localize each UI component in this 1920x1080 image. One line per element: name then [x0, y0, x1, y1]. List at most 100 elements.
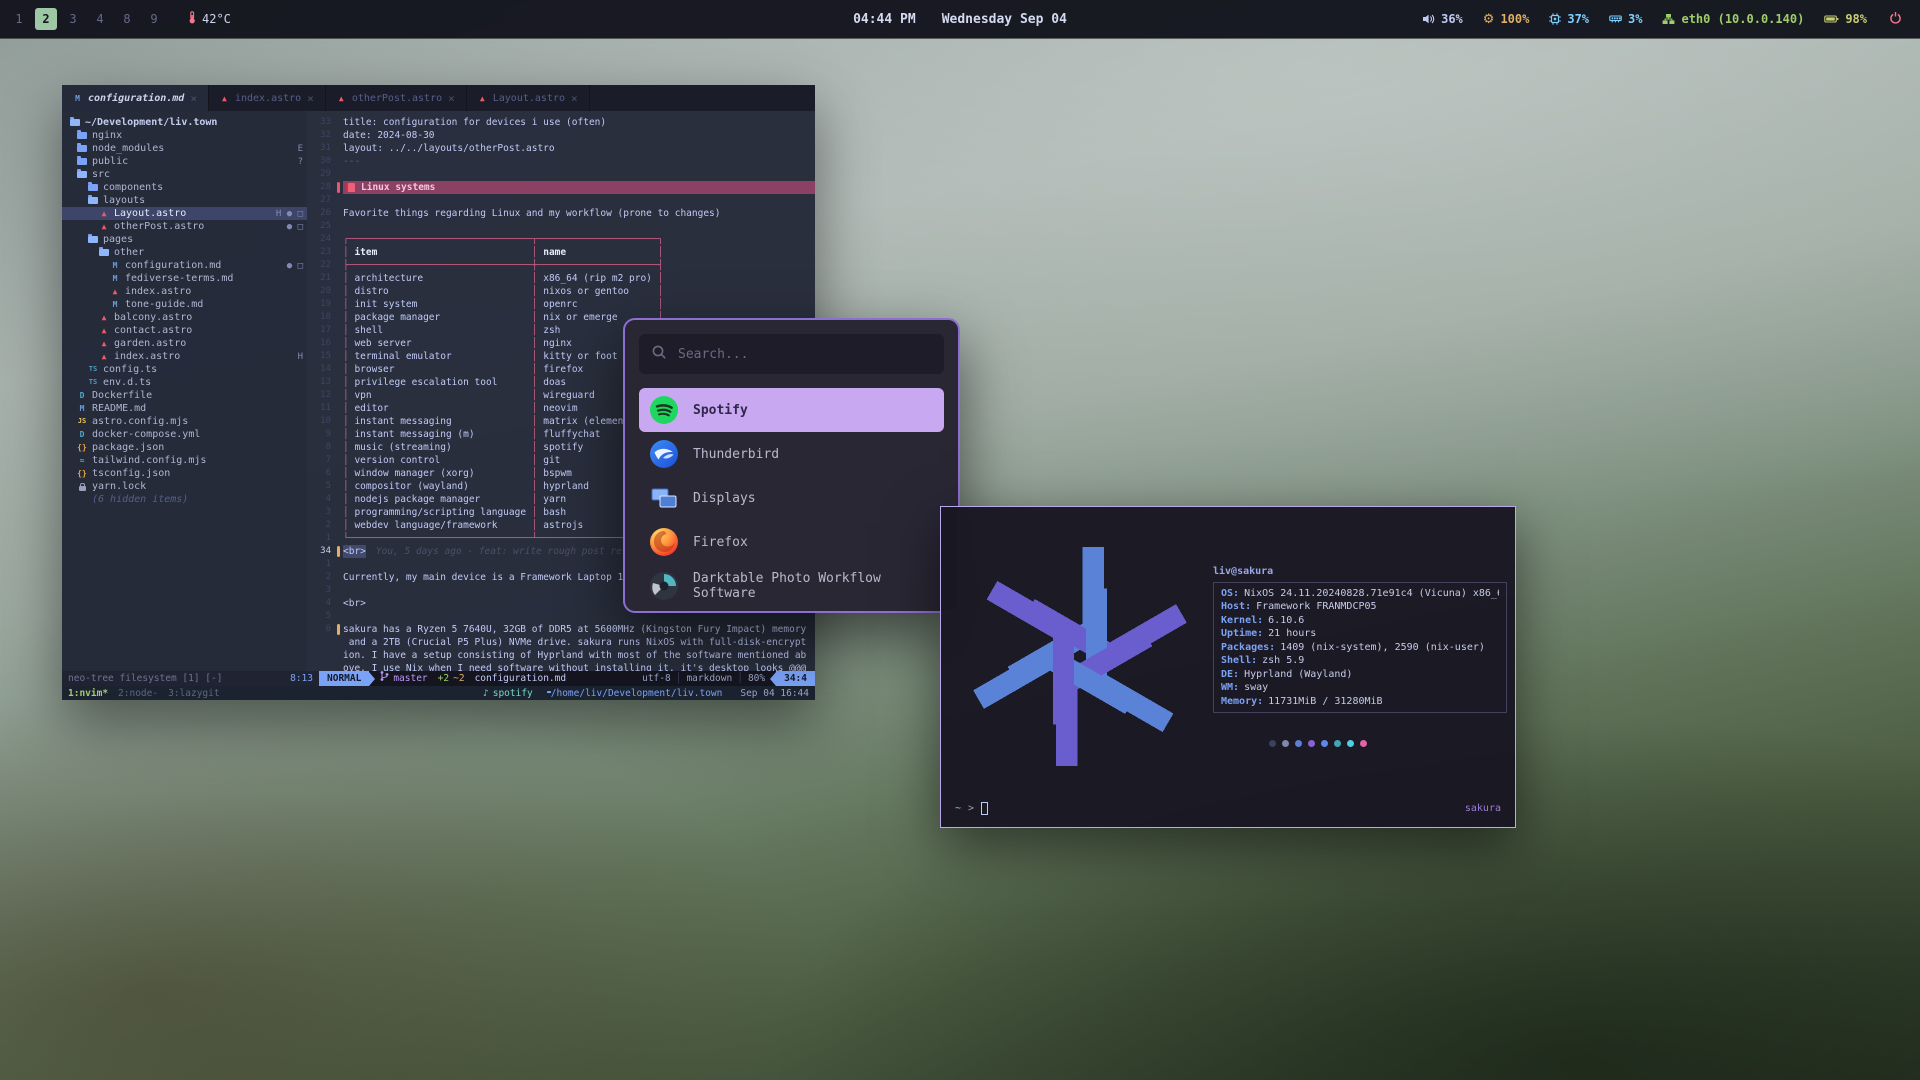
clock[interactable]: 04:44 PM Wednesday Sep 04: [853, 12, 1067, 27]
launcher-item[interactable]: Darktable Photo Workflow Software: [639, 564, 944, 608]
tree-item[interactable]: ▲ balcony.astro: [62, 311, 307, 324]
astro-icon: ▲: [100, 209, 109, 218]
tab-close-icon[interactable]: ×: [307, 92, 314, 105]
line-number: 15: [307, 350, 336, 363]
tree-item[interactable]: ▲ otherPost.astro ● □: [62, 220, 307, 233]
launcher-item[interactable]: Displays: [639, 476, 944, 520]
fetch-field: OSNixOS 24.11.20240828.71e91c4 (Vicuna) …: [1221, 587, 1499, 601]
javascript-icon: JS: [78, 417, 87, 426]
status-module[interactable]: 36%: [1422, 12, 1463, 26]
tree-item[interactable]: D Dockerfile: [62, 389, 307, 402]
editor-tab[interactable]: ▲ Layout.astro ×: [467, 85, 590, 111]
file-tree[interactable]: ~/Development/liv.town nginx node_module…: [62, 111, 307, 671]
tmux-window[interactable]: 3:lazygit: [168, 688, 219, 699]
launcher-search-box[interactable]: [639, 334, 944, 374]
tree-item[interactable]: M configuration.md ● □: [62, 259, 307, 272]
tree-item[interactable]: M fediverse-terms.md: [62, 272, 307, 285]
astro-icon: ▲: [100, 222, 109, 231]
workspace-button[interactable]: 9: [143, 8, 165, 30]
tree-item[interactable]: (6 hidden items): [62, 493, 307, 506]
power-button[interactable]: [1889, 11, 1902, 27]
gear-icon: ⚙: [1483, 13, 1495, 26]
tree-item[interactable]: {} package.json: [62, 441, 307, 454]
git-diff-added: +2: [438, 671, 449, 686]
tree-item[interactable]: ▲ garden.astro: [62, 337, 307, 350]
clock-date: Wednesday Sep 04: [942, 12, 1067, 27]
palette-dot: [1321, 740, 1328, 747]
tmux-window[interactable]: 2:node-: [118, 688, 158, 699]
folder-open-icon: [99, 249, 109, 256]
tree-item[interactable]: M tone-guide.md: [62, 298, 307, 311]
folder-open-icon: [88, 197, 98, 204]
tree-item[interactable]: ≈ tailwind.config.mjs: [62, 454, 307, 467]
astro-icon: ▲: [100, 339, 109, 348]
neotree-status-left: neo-tree filesystem [1] [-]: [68, 671, 222, 686]
neotree-status-right: 8:13: [290, 671, 313, 686]
fetch-fields-box: OSNixOS 24.11.20240828.71e91c4 (Vicuna) …: [1213, 582, 1507, 714]
workspace-button[interactable]: 4: [89, 8, 111, 30]
tree-item[interactable]: other: [62, 246, 307, 259]
editor-tab[interactable]: ▲ index.astro ×: [209, 85, 326, 111]
line-number: 17: [307, 324, 336, 337]
line-number: 8: [307, 441, 336, 454]
status-module[interactable]: ⚙ 100%: [1483, 12, 1530, 26]
tree-item[interactable]: ▲ index.astro H: [62, 350, 307, 363]
line-number: 33: [307, 116, 336, 129]
fetch-field: HostFramework FRANMDCP05: [1221, 600, 1499, 614]
tab-close-icon[interactable]: ×: [448, 92, 455, 105]
tree-item[interactable]: JS astro.config.mjs: [62, 415, 307, 428]
line-number: 9: [307, 428, 336, 441]
tree-item[interactable]: src: [62, 168, 307, 181]
workspace-button[interactable]: 8: [116, 8, 138, 30]
palette-dot: [1347, 740, 1354, 747]
launcher-item-label: Spotify: [693, 403, 748, 418]
tree-root[interactable]: ~/Development/liv.town: [62, 116, 307, 129]
tree-item[interactable]: public ?: [62, 155, 307, 168]
tab-close-icon[interactable]: ×: [571, 92, 578, 105]
tree-item[interactable]: TS env.d.ts: [62, 376, 307, 389]
tree-item[interactable]: layouts: [62, 194, 307, 207]
tree-root-path: ~/Development/liv.town: [85, 117, 217, 128]
tree-item-name: other: [114, 247, 144, 258]
temperature-module[interactable]: 42°C: [187, 11, 231, 27]
tree-item[interactable]: pages: [62, 233, 307, 246]
status-module[interactable]: 3%: [1609, 12, 1642, 26]
workspace-button[interactable]: 1: [8, 8, 30, 30]
tmux-window[interactable]: 1:nvim*: [68, 688, 108, 699]
statusline-separator: [369, 672, 375, 686]
terminal-cursor: [981, 802, 988, 815]
fetch-terminal-window[interactable]: liv@sakura OSNixOS 24.11.20240828.71e91c…: [940, 506, 1516, 828]
tree-item[interactable]: yarn.lock: [62, 480, 307, 493]
search-input[interactable]: [676, 346, 932, 363]
firefox-icon: [649, 527, 679, 557]
battery-icon: [1824, 13, 1839, 25]
tree-item[interactable]: TS config.ts: [62, 363, 307, 376]
tree-item[interactable]: ▲ index.astro: [62, 285, 307, 298]
tree-item[interactable]: ▲ Layout.astro H ● □: [62, 207, 307, 220]
tree-item[interactable]: nginx: [62, 129, 307, 142]
launcher-item[interactable]: Firefox: [639, 520, 944, 564]
launcher-item-label: Firefox: [693, 535, 748, 550]
tree-item[interactable]: D docker-compose.yml: [62, 428, 307, 441]
tree-item[interactable]: node_modules E: [62, 142, 307, 155]
editor-tab[interactable]: M configuration.md ×: [62, 85, 209, 111]
palette-dot: [1269, 740, 1276, 747]
tree-item[interactable]: M README.md: [62, 402, 307, 415]
status-module[interactable]: 98%: [1824, 12, 1867, 26]
status-module[interactable]: eth0 (10.0.0.140): [1662, 12, 1804, 26]
status-module[interactable]: 37%: [1549, 12, 1589, 26]
launcher-item[interactable]: Spotify: [639, 388, 944, 432]
tree-item[interactable]: {} tsconfig.json: [62, 467, 307, 480]
tree-item[interactable]: ▲ contact.astro: [62, 324, 307, 337]
workspace-switcher: 123489: [8, 8, 165, 30]
workspace-button[interactable]: 3: [62, 8, 84, 30]
folder-icon: [88, 184, 98, 191]
status-bar: 123489 42°C 04:44 PM Wednesday Sep 04 36…: [0, 0, 1920, 38]
launcher-item[interactable]: Thunderbird: [639, 432, 944, 476]
workspace-button[interactable]: 2: [35, 8, 57, 30]
tab-close-icon[interactable]: ×: [190, 92, 197, 105]
tree-item-name: nginx: [92, 130, 122, 141]
tree-item-name: src: [92, 169, 110, 180]
editor-tab[interactable]: ▲ otherPost.astro ×: [326, 85, 467, 111]
tree-item[interactable]: components: [62, 181, 307, 194]
